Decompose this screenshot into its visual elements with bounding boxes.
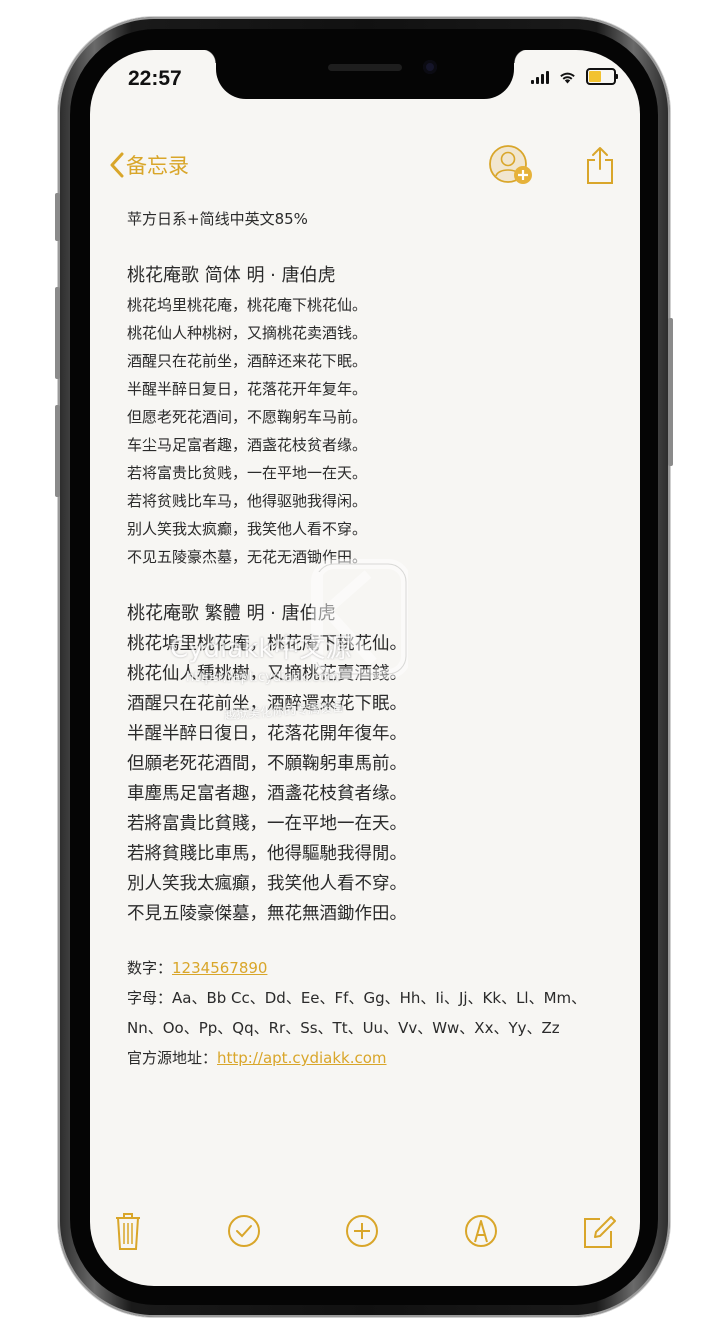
volume-down-button [55,405,60,497]
add-icon[interactable] [345,1214,379,1248]
speaker-grille [328,64,402,71]
bottom-toolbar [90,1206,640,1256]
poem-line: 桃花仙人种桃树，又摘桃花卖酒钱。 [127,324,368,342]
poem-line: 半醒半醉日复日，花落花开年复年。 [127,380,368,398]
checklist-icon[interactable] [227,1214,261,1248]
simplified-poem: 桃花坞里桃花庵，桃花庵下桃花仙。 桃花仙人种桃树，又摘桃花卖酒钱。 酒醒只在花前… [127,291,617,571]
poem-line: 車塵馬足富者趣，酒盞花枝貧者缘。 [127,784,407,804]
poem-line: 桃花坞里桃花庵，桃花庵下桃花仙。 [127,296,368,314]
poem-line: 但愿老死花酒间，不愿鞠躬车马前。 [127,408,368,426]
note-header: 苹方日系+简线中英文85% [127,210,308,228]
simplified-title: 桃花庵歌 简体 明 · 唐伯虎 [127,265,336,286]
share-icon[interactable] [586,145,614,185]
cellular-signal-icon [531,70,549,84]
poem-line: 酒醒只在花前坐，酒醉还来花下眠。 [127,352,368,370]
battery-icon [586,68,618,85]
compose-icon[interactable] [582,1213,616,1249]
poem-line: 別人笑我太瘋癲，我笑他人看不穿。 [127,874,407,894]
back-button[interactable]: 备忘录 [110,150,189,180]
poem-line: 若将富贵比贫贱，一在平地一在天。 [127,464,368,482]
wifi-icon [560,72,575,83]
notes-screen: 22:57 备忘录 苹方日系+简线中英文85% 桃花庵歌 简体 明 · 唐伯虎 … [90,50,640,1286]
notch [202,50,528,99]
traditional-title: 桃花庵歌 繁體 明 · 唐伯虎 [127,603,336,624]
poem-line: 不見五陵豪傑墓，無花無酒鋤作田。 [127,904,407,924]
poem-line: 车尘马足富者趣，酒盏花枝贫者缘。 [127,436,368,454]
front-camera [423,60,437,74]
volume-up-button [55,287,60,379]
back-button-label: 备忘录 [126,154,189,178]
trash-icon[interactable] [114,1211,142,1251]
digits-row: 数字：1234567890 [127,953,617,983]
source-label: 官方源地址： [127,1049,218,1067]
watermark-title: Cydiakk中文源 [170,634,352,664]
letters-line-1: 字母：Aa、Bb Cc、Dd、Ee、Ff、Gg、Hh、Ii、Jj、Kk、Ll、M… [127,989,587,1007]
poem-line: 别人笑我太疯癫，我笑他人看不穿。 [127,520,368,538]
add-person-icon[interactable] [488,144,534,186]
poem-line: 酒醒只在花前坐，酒醉還來花下眠。 [127,694,407,714]
letters-line-2: Nn、Oo、Pp、Qq、Rr、Ss、Tt、Uu、Vv、Ww、Xx、Yy、Zz [127,1019,560,1037]
poem-line: 半醒半醉日復日，花落花開年復年。 [127,724,407,744]
status-time: 22:57 [128,67,182,90]
poem-line: 不见五陵豪杰墓，无花无酒锄作田。 [127,548,368,566]
mute-switch [55,193,60,241]
source-link[interactable]: http://apt.cydiakk.com [217,1049,387,1067]
digits-link[interactable]: 1234567890 [172,959,267,977]
poem-line: 但願老死花酒間，不願鞠躬車馬前。 [127,754,407,774]
status-icons [531,68,618,85]
poem-line: 若將貧賤比車馬，他得驅馳我得閒。 [127,844,407,864]
source-row: 官方源地址：http://apt.cydiakk.com [127,1043,617,1073]
watermark-url: https://apt.cydiakk.com [186,670,340,685]
digits-label: 数字： [127,959,173,977]
chevron-left-icon [110,152,124,178]
nav-actions [488,144,614,186]
poem-line: 若将贫贱比车马，他得驱驰我得闲。 [127,492,368,510]
markup-icon[interactable] [464,1214,498,1248]
poem-line: 若將富貴比貧賤，一在平地一在天。 [127,814,407,834]
power-button [668,318,673,466]
